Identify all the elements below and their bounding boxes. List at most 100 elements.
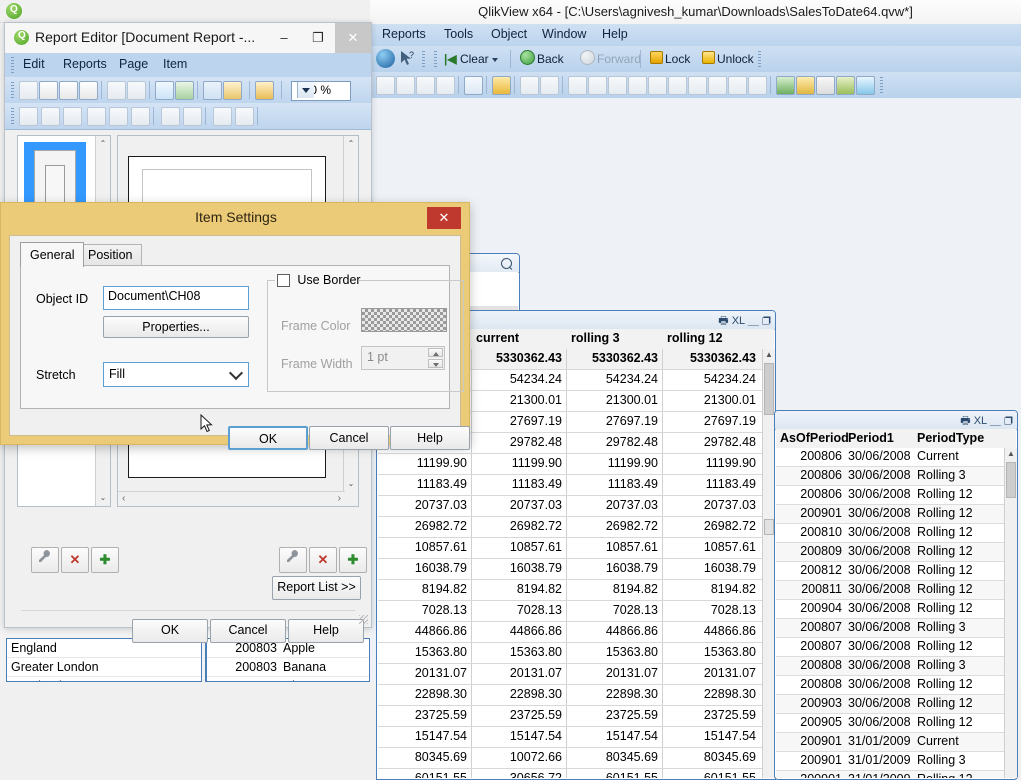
table-row[interactable]: 22898.30 22898.30 22898.30 22898.30	[378, 685, 774, 706]
table-row[interactable]: 200901 31/01/2009 Current	[776, 733, 1016, 752]
space-vertical-icon[interactable]	[235, 107, 254, 126]
col-header-asofperiod[interactable]: AsOfPeriod	[780, 431, 849, 445]
item-delete-button[interactable]: ✕	[309, 547, 337, 573]
smiley-icon[interactable]	[436, 76, 455, 95]
listbox-product-period[interactable]: 200803Apple200803Banana200803Cherry20080…	[205, 638, 370, 682]
table-row[interactable]: 200808 30/06/2008 Rolling 12	[776, 676, 1016, 695]
copy-icon[interactable]	[203, 81, 222, 100]
edit-module-icon[interactable]	[816, 76, 835, 95]
table-row[interactable]: 60151.55 30656.72 60151.55 60151.55	[378, 769, 774, 778]
col-header-periodtype[interactable]: PeriodType	[917, 431, 984, 445]
align-bottom-icon[interactable]	[63, 107, 82, 126]
reload-icon[interactable]	[856, 76, 875, 95]
xl-export-icon[interactable]: XL	[732, 315, 745, 327]
xl-export-icon[interactable]: XL	[974, 415, 987, 427]
chevron-right-icon[interactable]: ›	[338, 493, 341, 504]
chart-icon[interactable]	[464, 76, 483, 95]
unlock-button[interactable]: Unlock	[700, 49, 756, 69]
object-id-input[interactable]: Document\CH08	[103, 286, 249, 310]
tab-general[interactable]: General	[20, 242, 85, 267]
context-help-arrow-icon[interactable]: ?	[398, 49, 417, 68]
align-bottom-icon[interactable]	[628, 76, 647, 95]
page-delete-button[interactable]: ✕	[61, 547, 89, 573]
print-icon[interactable]: 🖶	[960, 415, 970, 427]
table-row[interactable]: 26982.72 26982.72 26982.72 26982.72	[378, 517, 774, 538]
item-settings-cancel-button[interactable]: Cancel	[309, 426, 389, 450]
align-left-icon[interactable]	[87, 107, 106, 126]
table-row[interactable]: 7028.13 7028.13 7028.13 7028.13	[378, 601, 774, 622]
listbox-region-body[interactable]: England Greater London N Ireland Scotlan…	[7, 639, 201, 681]
help-circle-icon[interactable]	[376, 49, 395, 68]
scroll-up-arrow[interactable]: ▲	[1005, 448, 1017, 460]
print-icon[interactable]: 🖶	[718, 315, 728, 327]
col-header-rolling-12[interactable]: rolling 12	[667, 331, 723, 345]
brush-icon[interactable]	[520, 76, 539, 95]
asofperiod-table[interactable]: 🖶 XL ＿ ❐ AsOfPeriod Period1 PeriodType 2…	[774, 410, 1018, 780]
close-button[interactable]: ✕	[335, 23, 371, 53]
listbox-product-period-body[interactable]: 200803Apple200803Banana200803Cherry20080…	[207, 639, 369, 681]
fit-icon[interactable]	[255, 81, 274, 100]
menu-edit[interactable]: Edit	[23, 57, 45, 71]
menu-window[interactable]: Window	[538, 27, 590, 41]
paste-icon[interactable]	[223, 81, 242, 100]
size-width-icon[interactable]	[161, 107, 180, 126]
magnifier-icon[interactable]	[501, 258, 512, 272]
asof-table-vscrollbar[interactable]: ▲	[1004, 448, 1017, 778]
item-settings-help-button[interactable]: Help	[390, 426, 470, 450]
table-viewer-icon[interactable]	[796, 76, 815, 95]
table-row[interactable]: 15147.54 15147.54 15147.54 15147.54	[378, 727, 774, 748]
bookmark-star-icon[interactable]	[376, 76, 395, 95]
table-row[interactable]: 11199.90 11199.90 11199.90 11199.90	[378, 454, 774, 475]
preview-icon[interactable]	[155, 81, 174, 100]
size-height-icon[interactable]	[183, 107, 202, 126]
delete-page-icon[interactable]	[79, 81, 98, 100]
properties-button[interactable]: Properties...	[103, 316, 249, 338]
add-page-icon[interactable]	[39, 81, 58, 100]
chevron-up-icon[interactable]: ⌃	[96, 138, 110, 150]
menu-item[interactable]: Item	[163, 57, 187, 71]
report-editor-help-button[interactable]: Help	[288, 619, 364, 643]
table-row[interactable]: 10857.61 10857.61 10857.61 10857.61	[378, 538, 774, 559]
asof-table-body[interactable]: 200806 30/06/2008 Current 200806 30/06/2008 R…	[776, 448, 1016, 778]
col-header-rolling-3[interactable]: rolling 3	[571, 331, 620, 345]
menu-reports[interactable]: Reports	[63, 57, 107, 71]
chevron-down-icon[interactable]	[297, 82, 314, 98]
align-top-icon[interactable]	[19, 107, 38, 126]
distribute-h-icon[interactable]	[648, 76, 667, 95]
item-settings-close-button[interactable]: ✕	[427, 207, 461, 229]
maximize-icon[interactable]: ❐	[1004, 415, 1013, 427]
list-item[interactable]: 200803 Banana	[207, 658, 369, 677]
search-icon[interactable]	[396, 76, 415, 95]
table-row[interactable]: 8194.82 8194.82 8194.82 8194.82	[378, 580, 774, 601]
minimize-icon[interactable]: ＿	[990, 415, 1001, 427]
col-header-period1[interactable]: Period1	[848, 431, 894, 445]
table-row[interactable]: 20737.03 20737.03 20737.03 20737.03	[378, 496, 774, 517]
table-row[interactable]: 200905 30/06/2008 Rolling 12	[776, 714, 1016, 733]
table-row[interactable]: 200812 30/06/2008 Rolling 12	[776, 562, 1016, 581]
edit-script-icon[interactable]	[776, 76, 795, 95]
table-row[interactable]: 200901 31/01/2009 Rolling 12	[776, 771, 1016, 778]
item-properties-button[interactable]	[279, 547, 307, 573]
report-list-button[interactable]: Report List >>	[272, 576, 361, 600]
align-center-icon[interactable]	[109, 107, 128, 126]
size-equal-icon[interactable]	[688, 76, 707, 95]
move-up-icon[interactable]	[107, 81, 126, 100]
size-height-icon[interactable]	[708, 76, 727, 95]
print-icon[interactable]	[175, 81, 194, 100]
page-add-button[interactable]: ✚	[91, 547, 119, 573]
table-row[interactable]: 200903 30/06/2008 Rolling 12	[776, 695, 1016, 714]
chevron-left-icon[interactable]: ‹	[122, 493, 125, 504]
menu-object[interactable]: Object	[487, 27, 531, 41]
design-grid-icon[interactable]	[492, 76, 511, 95]
table-row[interactable]: 200811 30/06/2008 Rolling 12	[776, 581, 1016, 600]
align-right-icon[interactable]	[608, 76, 627, 95]
table-row[interactable]: 200807 30/06/2008 Rolling 12	[776, 638, 1016, 657]
table-row[interactable]: 200807 30/06/2008 Rolling 3	[776, 619, 1016, 638]
maximize-button[interactable]: ❐	[301, 23, 335, 53]
maximize-icon[interactable]: ❐	[762, 315, 771, 327]
menu-page[interactable]: Page	[119, 57, 148, 71]
duplicate-page-icon[interactable]	[59, 81, 78, 100]
crop-icon[interactable]	[540, 76, 559, 95]
back-button[interactable]: Back	[518, 49, 566, 69]
table-row[interactable]: 200810 30/06/2008 Rolling 12	[776, 524, 1016, 543]
